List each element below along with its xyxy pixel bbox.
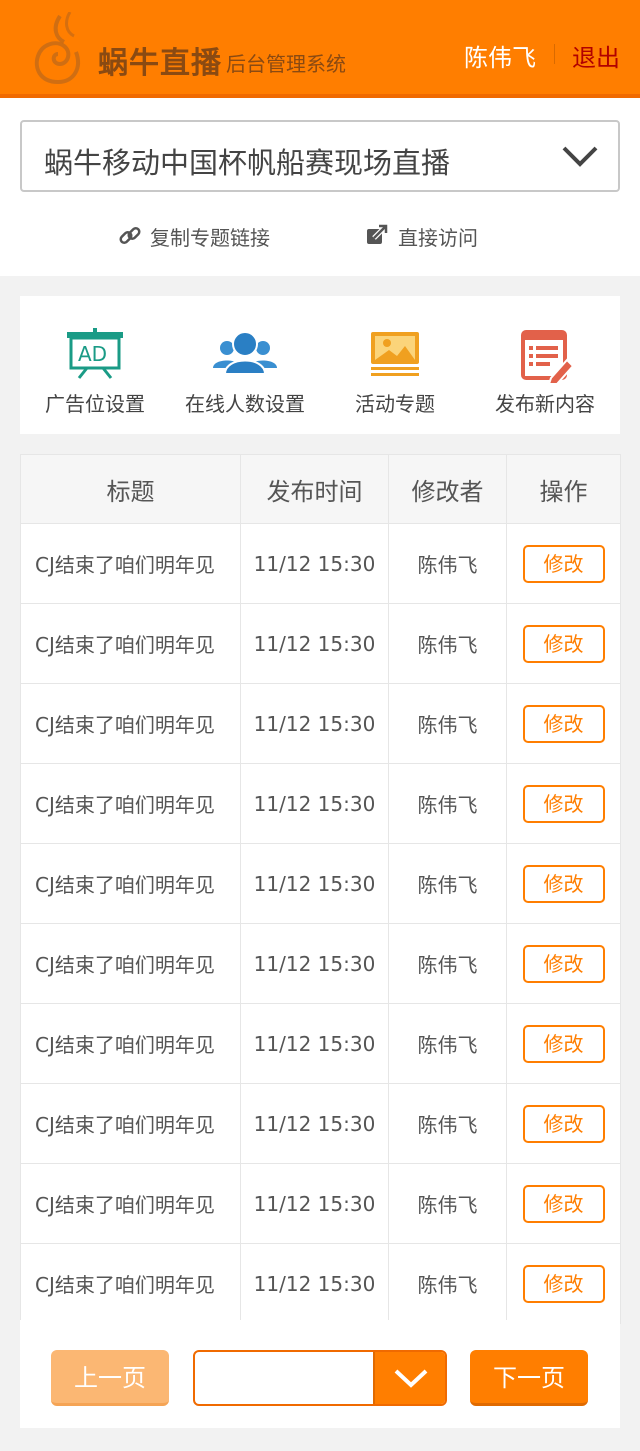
column-header-action: 操作: [506, 454, 621, 524]
row-title: CJ结束了咱们明年见: [20, 923, 241, 1004]
row-time: 11/12 15:30: [240, 763, 389, 844]
row-title: CJ结束了咱们明年见: [20, 763, 241, 844]
table-row: CJ结束了咱们明年见 11/12 15:30 陈伟飞 修改: [20, 523, 621, 604]
online-count-settings-button[interactable]: 在线人数设置: [170, 296, 320, 434]
table-row: CJ结束了咱们明年见 11/12 15:30 陈伟飞 修改: [20, 843, 621, 924]
table-row: CJ结束了咱们明年见 11/12 15:30 陈伟飞 修改: [20, 603, 621, 684]
online-count-settings-label: 在线人数设置: [185, 392, 305, 416]
row-title: CJ结束了咱们明年见: [20, 1003, 241, 1084]
edit-button[interactable]: 修改: [522, 624, 605, 663]
edit-button[interactable]: 修改: [522, 864, 605, 903]
current-user-name[interactable]: 陈伟飞: [464, 38, 536, 73]
chevron-down-icon: [394, 1369, 428, 1388]
publish-content-button[interactable]: 发布新内容: [470, 296, 620, 434]
row-time: 11/12 15:30: [240, 1243, 389, 1324]
row-editor: 陈伟飞: [388, 1163, 507, 1244]
row-time: 11/12 15:30: [240, 843, 389, 924]
edit-button[interactable]: 修改: [522, 1264, 605, 1303]
topic-select-value: 蜗牛移动中国杯帆船赛现场直播: [44, 146, 451, 180]
edit-document-icon: [521, 330, 575, 384]
ad-board-icon: AD: [67, 328, 123, 379]
topic-select[interactable]: 蜗牛移动中国杯帆船赛现场直播: [20, 120, 620, 192]
table-row: CJ结束了咱们明年见 11/12 15:30 陈伟飞 修改: [20, 1243, 621, 1324]
content-table: 标题 发布时间 修改者 操作 CJ结束了咱们明年见 11/12 15:30 陈伟…: [20, 454, 621, 1324]
brand-subtitle: 后台管理系统: [226, 52, 346, 76]
row-title: CJ结束了咱们明年见: [20, 843, 241, 924]
row-editor: 陈伟飞: [388, 1003, 507, 1084]
table-header-row: 标题 发布时间 修改者 操作: [20, 454, 621, 524]
edit-button[interactable]: 修改: [522, 1024, 605, 1063]
action-shortcuts: AD 广告位设置 在线人数设置 活动专题 发布新内容: [20, 296, 620, 434]
svg-text:AD: AD: [78, 342, 107, 366]
row-editor: 陈伟飞: [388, 523, 507, 604]
publish-content-label: 发布新内容: [495, 392, 595, 416]
row-editor: 陈伟飞: [388, 603, 507, 684]
table-row: CJ结束了咱们明年见 11/12 15:30 陈伟飞 修改: [20, 763, 621, 844]
row-editor: 陈伟飞: [388, 1083, 507, 1164]
column-header-title: 标题: [20, 454, 241, 524]
prev-page-button[interactable]: 上一页: [51, 1350, 169, 1406]
copy-topic-link-label: 复制专题链接: [150, 226, 270, 250]
table-row: CJ结束了咱们明年见 11/12 15:30 陈伟飞 修改: [20, 1163, 621, 1244]
header-divider: [554, 44, 555, 64]
chevron-down-icon: [562, 146, 598, 167]
brand-title: 蜗牛直播: [98, 46, 222, 81]
edit-button[interactable]: 修改: [522, 544, 605, 583]
image-icon: [371, 332, 419, 376]
row-time: 11/12 15:30: [240, 1163, 389, 1244]
row-editor: 陈伟飞: [388, 763, 507, 844]
row-time: 11/12 15:30: [240, 923, 389, 1004]
row-time: 11/12 15:30: [240, 1003, 389, 1084]
ad-slot-settings-label: 广告位设置: [45, 392, 145, 416]
users-icon: [213, 331, 277, 375]
edit-button[interactable]: 修改: [522, 784, 605, 823]
row-title: CJ结束了咱们明年见: [20, 683, 241, 764]
row-time: 11/12 15:30: [240, 603, 389, 684]
row-title: CJ结束了咱们明年见: [20, 1243, 241, 1324]
column-header-editor: 修改者: [388, 454, 507, 524]
edit-button[interactable]: 修改: [522, 1104, 605, 1143]
edit-button[interactable]: 修改: [522, 1184, 605, 1223]
page-select[interactable]: [193, 1350, 447, 1406]
link-icon: [119, 226, 141, 245]
pagination: 上一页 下一页: [20, 1320, 620, 1428]
page-select-toggle[interactable]: [373, 1352, 445, 1404]
table-row: CJ结束了咱们明年见 11/12 15:30 陈伟飞 修改: [20, 683, 621, 764]
row-editor: 陈伟飞: [388, 683, 507, 764]
logout-link[interactable]: 退出: [572, 38, 620, 73]
row-editor: 陈伟飞: [388, 1243, 507, 1324]
edit-button[interactable]: 修改: [522, 944, 605, 983]
table-row: CJ结束了咱们明年见 11/12 15:30 陈伟飞 修改: [20, 1083, 621, 1164]
activity-topic-button[interactable]: 活动专题: [320, 296, 470, 434]
column-header-time: 发布时间: [240, 454, 389, 524]
row-title: CJ结束了咱们明年见: [20, 523, 241, 604]
table-row: CJ结束了咱们明年见 11/12 15:30 陈伟飞 修改: [20, 923, 621, 1004]
table-row: CJ结束了咱们明年见 11/12 15:30 陈伟飞 修改: [20, 1003, 621, 1084]
edit-button[interactable]: 修改: [522, 704, 605, 743]
row-title: CJ结束了咱们明年见: [20, 1083, 241, 1164]
ad-slot-settings-button[interactable]: AD 广告位设置: [20, 296, 170, 434]
row-editor: 陈伟飞: [388, 923, 507, 1004]
row-time: 11/12 15:30: [240, 683, 389, 764]
next-page-button[interactable]: 下一页: [470, 1350, 588, 1406]
row-title: CJ结束了咱们明年见: [20, 603, 241, 684]
external-link-icon: [367, 224, 388, 244]
row-time: 11/12 15:30: [240, 523, 389, 604]
row-time: 11/12 15:30: [240, 1083, 389, 1164]
activity-topic-label: 活动专题: [355, 392, 435, 416]
row-title: CJ结束了咱们明年见: [20, 1163, 241, 1244]
direct-visit-label: 直接访问: [398, 226, 478, 250]
header-bar: 蜗牛直播 后台管理系统 陈伟飞 退出: [0, 0, 640, 98]
topic-panel: 蜗牛移动中国杯帆船赛现场直播 复制专题链接 直接访问: [0, 98, 640, 276]
snail-logo-icon: [34, 12, 80, 84]
row-editor: 陈伟飞: [388, 843, 507, 924]
